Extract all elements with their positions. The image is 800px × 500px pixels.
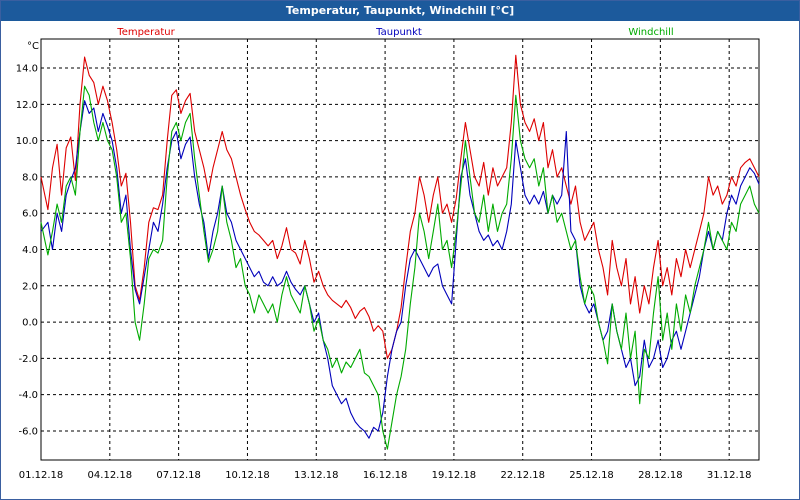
y-tick-label: 4.0 — [22, 245, 38, 256]
x-tick-label: 25.12.18 — [569, 470, 614, 481]
y-tick-label: 2.0 — [22, 281, 38, 292]
x-tick-label: 04.12.18 — [88, 470, 133, 481]
x-tick-label: 22.12.18 — [500, 470, 545, 481]
x-tick-label: 01.12.18 — [19, 470, 64, 481]
legend-entry-temperatur: Temperatur — [116, 27, 175, 38]
legend-entry-taupunkt: Taupunkt — [375, 27, 422, 38]
y-tick-label: -2.0 — [18, 354, 38, 365]
y-tick-label: -4.0 — [18, 390, 38, 401]
x-tick-label: 10.12.18 — [225, 470, 270, 481]
y-tick-label: 14.0 — [16, 64, 38, 75]
x-tick-label: 31.12.18 — [707, 470, 752, 481]
chart-window: Temperatur, Taupunkt, Windchill [°C] -6.… — [0, 0, 800, 500]
x-tick-label: 16.12.18 — [363, 470, 408, 481]
chart-plot: -6.0 -4.0 -2.0 0.0 2.0 4.0 6.0 8.0 10.0 12.0 14.0 0… — [16, 27, 760, 481]
y-axis-unit-label: °C — [27, 41, 39, 52]
y-tick-label: 0.0 — [22, 318, 38, 329]
x-tick-label: 28.12.18 — [638, 470, 683, 481]
y-tick-label: 6.0 — [22, 209, 38, 220]
x-tick-label: 07.12.18 — [156, 470, 201, 481]
y-tick-label: -6.0 — [18, 426, 38, 437]
y-tick-label: 8.0 — [22, 172, 38, 183]
legend-entry-windchill: Windchill — [628, 27, 673, 38]
x-tick-label: 19.12.18 — [432, 470, 477, 481]
y-tick-label: 12.0 — [16, 100, 38, 111]
y-tick-label: 10.0 — [16, 136, 38, 147]
x-tick-label: 13.12.18 — [294, 470, 339, 481]
